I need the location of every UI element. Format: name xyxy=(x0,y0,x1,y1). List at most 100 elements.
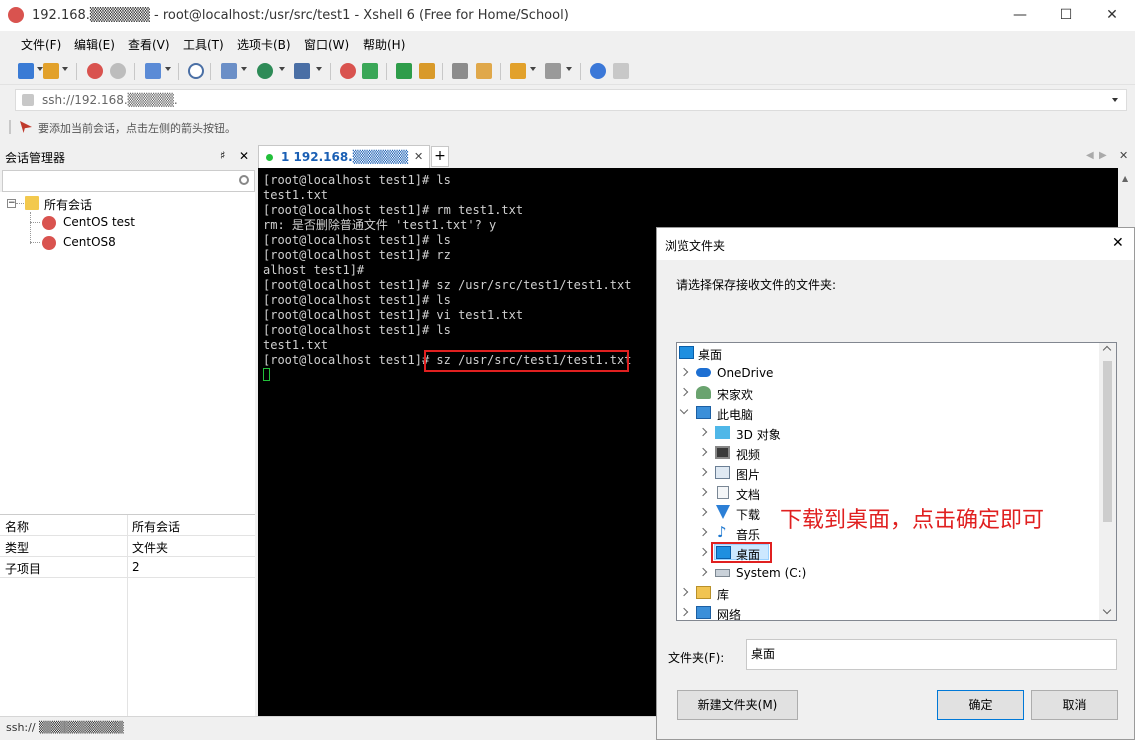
lock-icon[interactable] xyxy=(419,63,435,79)
pen-icon[interactable] xyxy=(476,63,492,79)
tree-label: 图片 xyxy=(736,468,761,482)
tree-item-user[interactable]: 宋家欢 xyxy=(677,383,1097,403)
tree-label: 文档 xyxy=(736,488,761,502)
tree-item-onedrive[interactable]: OneDrive xyxy=(677,363,1097,383)
menu-tabs[interactable]: 选项卡(B) xyxy=(237,36,291,53)
maximize-button[interactable]: ☐ xyxy=(1043,0,1089,31)
session-manager-header: 会话管理器 ♯ ✕ xyxy=(0,145,255,168)
new-folder-button[interactable]: 新建文件夹(M) xyxy=(677,690,798,720)
folder-tree-scrollbar[interactable] xyxy=(1099,343,1116,620)
tree-item-documents[interactable]: 文档 xyxy=(677,483,1097,503)
prop-name: 子项目 xyxy=(5,562,42,576)
menu-edit[interactable]: 编辑(E) xyxy=(74,36,115,53)
disconnect-icon[interactable] xyxy=(110,63,126,79)
compose-icon[interactable] xyxy=(510,63,526,79)
chevron-right-icon[interactable] xyxy=(698,467,708,477)
tree-item-network[interactable]: 网络 xyxy=(677,603,1097,620)
chevron-down-icon[interactable] xyxy=(679,405,689,415)
tab-close-icon[interactable]: ✕ xyxy=(414,150,423,163)
dialog-title: 浏览文件夹 xyxy=(665,239,726,253)
address-input[interactable]: ssh://192.168.▒▒▒▒▒. xyxy=(42,93,178,107)
properties-table: 名称 所有会话 类型 文件夹 子项目 2 xyxy=(0,514,255,717)
menu-window[interactable]: 窗口(W) xyxy=(304,36,349,53)
window-layout-icon[interactable] xyxy=(545,63,561,79)
chevron-right-icon[interactable] xyxy=(698,427,708,437)
new-tab-button[interactable]: + xyxy=(431,146,449,167)
chevron-right-icon[interactable] xyxy=(698,547,708,557)
tab-scroll-right-icon[interactable]: ▶ xyxy=(1099,150,1107,161)
chat-icon[interactable] xyxy=(613,63,629,79)
tree-label: OneDrive xyxy=(717,366,774,380)
menu-view[interactable]: 查看(V) xyxy=(128,36,170,53)
globe-icon[interactable] xyxy=(257,63,273,79)
session-centos8[interactable]: CentOS8 xyxy=(30,234,230,252)
tree-item-desktop-root[interactable]: 桌面 xyxy=(677,343,1097,363)
chevron-right-icon[interactable] xyxy=(698,487,708,497)
tab-session-1[interactable]: 1 192.168.▒▒▒▒▒▒ ✕ xyxy=(258,145,430,168)
instruction-annotation: 下载到桌面，点击确定即可 xyxy=(780,508,1045,533)
folder-field-label: 文件夹(F): xyxy=(668,651,725,665)
tree-label: 此电脑 xyxy=(717,408,754,422)
search-icon xyxy=(239,175,249,185)
tree-item-system-c[interactable]: System (C:) xyxy=(677,563,1097,583)
close-button[interactable]: ✕ xyxy=(1089,0,1135,31)
chevron-right-icon[interactable] xyxy=(679,607,689,617)
terminal-line: [root@localhost test1]# ls xyxy=(263,233,451,247)
font-icon[interactable] xyxy=(294,63,310,79)
new-session-icon[interactable] xyxy=(18,63,34,79)
chevron-right-icon[interactable] xyxy=(679,587,689,597)
cancel-button[interactable]: 取消 xyxy=(1031,690,1118,720)
tree-item-this-pc[interactable]: 此电脑 xyxy=(677,403,1097,423)
chevron-right-icon[interactable] xyxy=(679,387,689,397)
session-centos-test[interactable]: CentOS test xyxy=(30,214,230,232)
menu-file[interactable]: 文件(F) xyxy=(21,36,61,53)
chevron-right-icon[interactable] xyxy=(698,507,708,517)
ok-button[interactable]: 确定 xyxy=(937,690,1024,720)
find-icon[interactable] xyxy=(188,63,204,79)
address-bar[interactable]: ssh://192.168.▒▒▒▒▒. xyxy=(15,89,1127,111)
tree-root-all-sessions[interactable]: − 所有会话 xyxy=(7,195,227,213)
cube-icon xyxy=(715,426,730,439)
tree-item-libraries[interactable]: 库 xyxy=(677,583,1097,603)
tree-label: 桌面 xyxy=(698,348,723,362)
tree-item-videos[interactable]: 视频 xyxy=(677,443,1097,463)
folder-name-input[interactable]: 桌面 xyxy=(746,639,1117,670)
address-dropdown-icon[interactable] xyxy=(1112,98,1118,102)
session-tree: − 所有会话 CentOS test CentOS8 xyxy=(0,192,255,514)
chevron-right-icon[interactable] xyxy=(698,527,708,537)
pin-icon[interactable]: ♯ xyxy=(220,149,225,162)
prop-value: 文件夹 xyxy=(132,541,169,555)
xftp-icon[interactable] xyxy=(340,63,356,79)
session-search-input[interactable] xyxy=(2,170,255,192)
scrollbar-thumb[interactable] xyxy=(1103,361,1112,522)
lock-icon xyxy=(22,94,34,106)
menu-help[interactable]: 帮助(H) xyxy=(363,36,405,53)
tab-scroll-left-icon[interactable]: ◀ xyxy=(1086,150,1094,161)
tree-item-desktop[interactable]: 桌面 xyxy=(677,542,1097,563)
keyboard-icon[interactable] xyxy=(452,63,468,79)
tab-close-all-icon[interactable]: ✕ xyxy=(1119,149,1128,162)
xftp-green-icon[interactable] xyxy=(362,63,378,79)
chevron-right-icon[interactable] xyxy=(679,367,689,377)
dialog-close-button[interactable]: ✕ xyxy=(1112,235,1124,251)
session-manager-title: 会话管理器 xyxy=(5,151,66,165)
chevron-right-icon[interactable] xyxy=(698,447,708,457)
layout-icon[interactable] xyxy=(221,63,237,79)
close-panel-icon[interactable]: ✕ xyxy=(239,149,249,163)
tree-label: 下载 xyxy=(736,508,761,522)
tree-item-3d-objects[interactable]: 3D 对象 xyxy=(677,423,1097,443)
help-icon[interactable] xyxy=(590,63,606,79)
open-folder-icon[interactable] xyxy=(43,63,59,79)
hint-bar: 要添加当前会话，点击左侧的箭头按钮。 xyxy=(0,115,1135,140)
menu-tools[interactable]: 工具(T) xyxy=(183,36,224,53)
tree-item-pictures[interactable]: 图片 xyxy=(677,463,1097,483)
arrow-icon[interactable] xyxy=(20,121,32,133)
connect-icon[interactable] xyxy=(87,63,103,79)
fullscreen-icon[interactable] xyxy=(396,63,412,79)
folder-icon xyxy=(25,196,39,210)
minimize-button[interactable]: — xyxy=(997,0,1043,31)
tree-label: 所有会话 xyxy=(44,198,93,212)
properties-icon[interactable] xyxy=(145,63,161,79)
dialog-prompt: 请选择保存接收文件的文件夹: xyxy=(676,278,837,292)
chevron-right-icon[interactable] xyxy=(698,567,708,577)
